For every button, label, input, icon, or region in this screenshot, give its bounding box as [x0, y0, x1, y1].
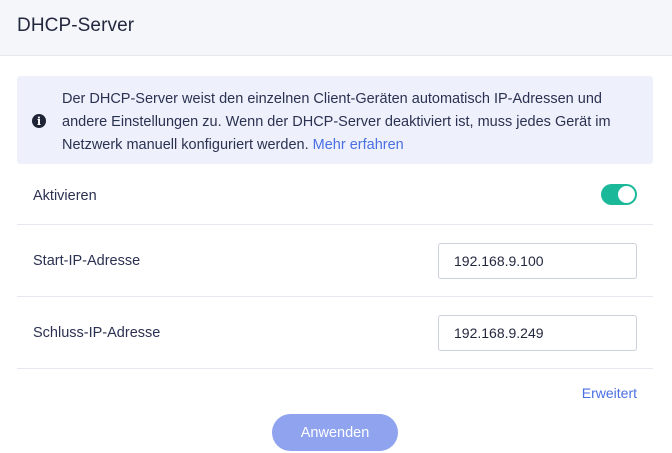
activate-toggle[interactable] — [601, 184, 637, 205]
info-icon: i — [32, 114, 46, 128]
learn-more-link[interactable]: Mehr erfahren — [313, 137, 404, 153]
page-header: DHCP-Server — [0, 0, 672, 56]
end-ip-row: Schluss-IP-Adresse — [17, 297, 653, 369]
info-box: i Der DHCP-Server weist den einzelnen Cl… — [17, 76, 653, 164]
dhcp-server-page: DHCP-Server i Der DHCP-Server weist den … — [0, 0, 672, 453]
activate-row: Aktivieren — [17, 164, 653, 225]
info-text: Der DHCP-Server weist den einzelnen Clie… — [62, 88, 642, 157]
start-ip-label: Start-IP-Adresse — [33, 253, 141, 269]
toggle-knob — [618, 186, 635, 203]
start-ip-row: Start-IP-Adresse — [17, 225, 653, 297]
end-ip-label: Schluss-IP-Adresse — [33, 325, 161, 341]
page-title: DHCP-Server — [17, 15, 135, 36]
apply-button[interactable]: Anwenden — [272, 414, 398, 451]
activate-label: Aktivieren — [33, 188, 97, 204]
advanced-link[interactable]: Erweitert — [582, 385, 637, 401]
start-ip-input[interactable] — [438, 243, 637, 279]
end-ip-input[interactable] — [438, 315, 637, 351]
